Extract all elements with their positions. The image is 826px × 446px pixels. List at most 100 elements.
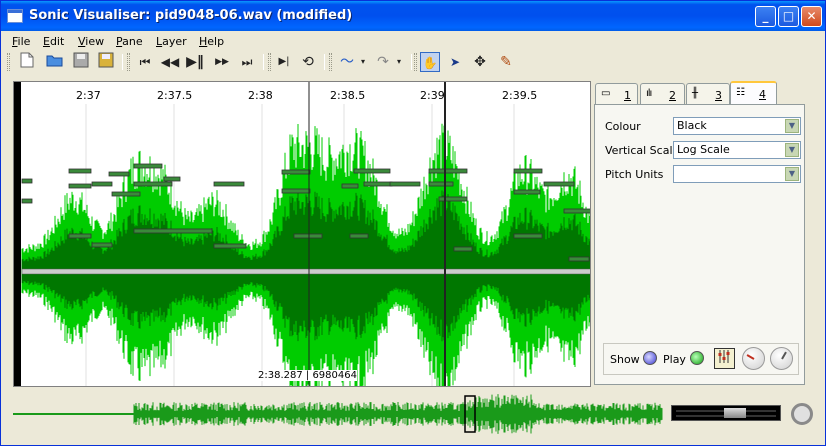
note-event[interactable] [91,242,113,248]
tab-layer-3[interactable]: ╫ 3 [686,83,730,105]
menu-pane[interactable]: Pane [116,35,143,48]
note-event[interactable] [428,168,468,174]
note-event[interactable] [91,181,113,187]
pan-knob[interactable] [770,347,793,370]
note-event[interactable] [293,233,323,239]
select-tool-icon[interactable]: ➤ [445,52,465,72]
layer-properties-panel: Colour Black ▼ Vertical Scale Log Scale … [594,104,805,385]
note-event[interactable] [68,168,92,174]
cursor-readout: 2:38.287 | 6980464 [258,370,357,381]
note-event[interactable] [568,256,590,262]
note-event[interactable] [563,208,591,214]
note-event[interactable] [133,181,173,187]
overview-pane[interactable] [13,394,663,436]
save-icon[interactable] [71,52,91,72]
navigate-tool-icon[interactable]: ✋ [420,52,440,72]
forward-end-icon[interactable]: ⏭ [237,52,257,72]
play-selection-icon[interactable]: ▶| [274,52,294,72]
maximize-button[interactable]: □ [778,6,799,27]
note-event[interactable] [281,188,311,194]
open-folder-icon[interactable] [45,52,65,72]
toolbar-grip[interactable] [7,53,10,71]
fast-forward-icon[interactable]: ▶▶ [212,52,232,72]
chevron-down-icon: ▼ [785,167,799,181]
note-event[interactable] [133,228,213,234]
note-event[interactable] [513,189,541,195]
menu-edit[interactable]: Edit [43,35,64,48]
note-event[interactable] [68,183,92,189]
play-pause-icon[interactable]: ▶‖ [185,52,205,72]
time-tick-label: 2:37.5 [157,89,193,102]
tab-layer-4[interactable]: ☷ 4 [730,81,777,105]
toolbar-grip[interactable] [329,53,332,71]
menu-help[interactable]: Help [199,35,224,48]
window-title: Sonic Visualiser: pid9048-06.wav (modifi… [29,8,353,23]
new-file-icon[interactable] [17,52,37,72]
time-tick-label: 2:38 [248,89,273,102]
minimize-button[interactable]: _ [755,6,776,27]
note-event[interactable] [363,181,393,187]
move-tool-icon[interactable]: ✥ [470,52,490,72]
playback-speed-slider[interactable] [671,405,781,421]
note-event[interactable] [213,181,245,187]
close-button[interactable]: ✕ [801,6,822,27]
tab-layer-2[interactable]: ılı 2 [640,83,685,105]
play-toggle[interactable] [690,351,704,365]
main-pane[interactable]: 2:37 2:37.5 2:38 2:38.5 2:39 2:39.5 2:38… [13,81,591,387]
follow-dropdown-icon[interactable]: ▾ [389,52,409,72]
note-event[interactable] [68,233,92,239]
notes-layer-icon: ☷ [736,87,745,98]
main-window: Sonic Visualiser: pid9048-06.wav (modifi… [0,0,826,446]
note-event[interactable] [108,171,130,177]
plugin-config-button[interactable] [714,348,735,369]
colour-label: Colour [605,120,641,133]
toolbar-separator [411,54,412,70]
note-event[interactable] [281,169,311,175]
note-event[interactable] [213,243,247,249]
menu-view[interactable]: View [78,35,104,48]
note-event[interactable] [111,191,141,197]
note-event[interactable] [349,233,369,239]
note-event[interactable] [438,196,468,202]
playback-speed-dial[interactable] [791,403,813,425]
pane-left-bar[interactable] [14,82,21,386]
title-bar[interactable]: Sonic Visualiser: pid9048-06.wav (modifi… [1,1,825,31]
note-event[interactable] [163,176,181,182]
colour-select[interactable]: Black ▼ [673,117,801,135]
note-event[interactable] [513,168,543,174]
time-tick-label: 2:39 [420,89,445,102]
tab-layer-1[interactable]: ▭ 1 [595,83,638,105]
note-event[interactable] [513,233,543,239]
rewind-start-icon[interactable]: ⏮ [135,52,155,72]
draw-tool-icon[interactable]: ✎ [496,52,516,72]
chevron-down-icon: ▼ [785,143,799,157]
overview-waveform[interactable] [13,394,663,436]
note-event[interactable] [21,198,33,204]
show-toggle[interactable] [643,351,657,365]
waveform-layer-icon: ▭ [601,88,611,99]
note-event[interactable] [453,246,473,252]
note-event[interactable] [428,181,454,187]
toolbar-grip[interactable] [127,53,130,71]
rewind-icon[interactable]: ◀◀ [160,52,180,72]
note-event[interactable] [341,183,359,189]
save-session-icon[interactable] [96,52,116,72]
loop-icon[interactable]: ⟲ [298,52,318,72]
toolbar-grip[interactable] [414,53,417,71]
vertical-scale-select[interactable]: Log Scale ▼ [673,141,801,159]
pitch-units-select[interactable]: ▼ [673,165,801,183]
slider-thumb[interactable] [724,408,746,418]
solo-dropdown-icon[interactable]: ▾ [353,52,373,72]
note-event[interactable] [21,178,33,184]
note-event[interactable] [543,181,575,187]
gain-knob[interactable] [742,347,765,370]
note-event[interactable] [353,168,391,174]
toolbar-grip[interactable] [268,53,271,71]
note-event[interactable] [389,181,421,187]
layer-controls: Show Play [603,343,799,375]
menu-file[interactable]: File [12,35,30,48]
waveform-view[interactable] [14,82,591,387]
menu-layer[interactable]: Layer [156,35,187,48]
spectrum-layer-icon: ılı [646,88,652,99]
note-event[interactable] [133,163,163,169]
